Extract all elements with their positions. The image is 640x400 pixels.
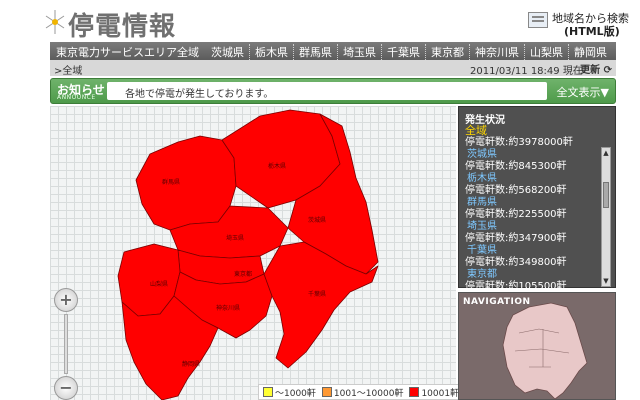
status-pref-saitama[interactable]: 埼玉県 bbox=[467, 221, 609, 233]
status-pref-gunma[interactable]: 群馬県 bbox=[467, 197, 609, 209]
breadcrumb-bar: >全域 2011/03/11 18:49 現在 更新 ⟳ bbox=[50, 60, 616, 77]
zoom-out-button[interactable]: − bbox=[54, 376, 78, 400]
announcement-label-en: ANNOUNCE bbox=[57, 94, 96, 101]
legend-swatch-low bbox=[263, 387, 273, 397]
legend-swatch-high bbox=[409, 387, 420, 397]
legend-swatch-mid bbox=[321, 387, 332, 397]
status-pref-chiba[interactable]: 千葉県 bbox=[467, 245, 609, 257]
status-all-count: 停電軒数:約3978000軒 bbox=[465, 137, 573, 148]
zoom-out-icon: − bbox=[59, 378, 73, 397]
legend-item-low: ～1000軒 bbox=[263, 386, 316, 399]
refresh-label: 更新 bbox=[580, 65, 601, 76]
zoom-slider[interactable] bbox=[64, 314, 68, 374]
region-gunma[interactable] bbox=[135, 135, 237, 231]
map-label-gunma: 群馬県 bbox=[162, 178, 180, 186]
nav-pref-ibaraki[interactable]: 茨城県 bbox=[206, 44, 249, 60]
status-count-ibaraki: 停電軒数:約845300軒 bbox=[465, 161, 567, 172]
timestamp: 2011/03/11 18:49 現在 bbox=[470, 66, 583, 77]
status-all-label[interactable]: 全域 bbox=[465, 125, 609, 137]
legend-item-mid: 1001～10000軒 bbox=[321, 386, 404, 399]
map-label-saitama: 埼玉県 bbox=[226, 234, 244, 242]
breadcrumb[interactable]: >全域 bbox=[54, 62, 82, 77]
scroll-down-icon[interactable]: ▼ bbox=[602, 277, 610, 285]
status-count-gunma: 停電軒数:約225500軒 bbox=[465, 209, 567, 220]
nav-pref-tochigi[interactable]: 栃木県 bbox=[249, 44, 293, 60]
nav-pref-gunma[interactable]: 群馬県 bbox=[293, 44, 337, 60]
zoom-control: + − bbox=[54, 288, 78, 400]
navigation-panel[interactable]: NAVIGATION bbox=[458, 292, 616, 400]
map-svg: 群馬県 栃木県 茨城県 埼玉県 東京都 山梨県 神奈川県 千葉県 静岡県 bbox=[117, 109, 379, 400]
nav-pref-chiba[interactable]: 千葉県 bbox=[381, 44, 425, 60]
zoom-in-icon: + bbox=[59, 290, 73, 309]
status-panel: 発生状況 全域 停電軒数:約3978000軒 茨城県 停電軒数:約845300軒… bbox=[458, 106, 616, 292]
lightning-logo-icon bbox=[45, 10, 65, 34]
map-label-chiba: 千葉県 bbox=[308, 290, 326, 298]
status-scrollbar[interactable]: ▲ ▼ bbox=[601, 147, 611, 287]
nav-pref-saitama[interactable]: 埼玉県 bbox=[337, 44, 381, 60]
status-pref-tochigi[interactable]: 栃木県 bbox=[467, 173, 609, 185]
status-pref-ibaraki[interactable]: 茨城県 bbox=[467, 149, 609, 161]
map-label-ibaraki: 茨城県 bbox=[308, 216, 326, 224]
header: 停電情報 地域名から検索 (HTML版) bbox=[0, 0, 640, 42]
nav-pref-yamanashi[interactable]: 山梨県 bbox=[524, 44, 568, 60]
html-link-line2: (HTML版) bbox=[564, 25, 620, 38]
refresh-button[interactable]: 更新 ⟳ bbox=[580, 61, 612, 76]
page-title: 停電情報 bbox=[68, 12, 177, 42]
scroll-up-icon[interactable]: ▲ bbox=[602, 149, 610, 157]
legend-label-low: ～1000軒 bbox=[275, 388, 316, 399]
map-legend: ～1000軒 1001～10000軒 10001軒～ bbox=[258, 384, 474, 400]
map-label-kanagawa: 神奈川県 bbox=[216, 304, 240, 312]
status-count-chiba: 停電軒数:約349800軒 bbox=[465, 257, 567, 268]
nav-prefecture-list: 茨城県 栃木県 群馬県 埼玉県 千葉県 東京都 神奈川県 山梨県 静岡県 bbox=[206, 44, 612, 60]
scroll-thumb[interactable] bbox=[603, 182, 609, 208]
nav-pref-kanagawa[interactable]: 神奈川県 bbox=[469, 44, 524, 60]
html-version-link[interactable]: 地域名から検索 (HTML版) bbox=[524, 10, 629, 38]
prefecture-nav: 東京電力サービスエリア全域 茨城県 栃木県 群馬県 埼玉県 千葉県 東京都 神奈… bbox=[50, 42, 616, 60]
nav-service-area[interactable]: 東京電力サービスエリア全域 bbox=[56, 44, 199, 60]
status-pref-tokyo[interactable]: 東京都 bbox=[467, 269, 609, 281]
map-label-tokyo: 東京都 bbox=[234, 270, 252, 278]
announcement-bar: お知らせ ANNOUNCE 各地で停電が発生しております。 全文表示▼ bbox=[50, 78, 616, 104]
nav-pref-tokyo[interactable]: 東京都 bbox=[425, 44, 469, 60]
map-label-shizuoka: 静岡県 bbox=[182, 360, 200, 368]
list-icon bbox=[528, 12, 548, 28]
outage-map[interactable]: 群馬県 栃木県 茨城県 埼玉県 東京都 山梨県 神奈川県 千葉県 静岡県 bbox=[50, 106, 456, 400]
announcement-text: 各地で停電が発生しております。 bbox=[107, 82, 547, 100]
zoom-in-button[interactable]: + bbox=[54, 288, 78, 312]
refresh-icon: ⟳ bbox=[603, 65, 612, 76]
legend-label-mid: 1001～10000軒 bbox=[333, 388, 404, 399]
status-count-saitama: 停電軒数:約347900軒 bbox=[465, 233, 567, 244]
status-count-tochigi: 停電軒数:約568200軒 bbox=[465, 185, 567, 196]
fulltext-toggle[interactable]: 全文表示▼ bbox=[557, 84, 609, 100]
map-label-yamanashi: 山梨県 bbox=[150, 280, 168, 288]
status-list: 全域 停電軒数:約3978000軒 茨城県 停電軒数:約845300軒 栃木県 … bbox=[465, 125, 609, 293]
map-label-tochigi: 栃木県 bbox=[268, 162, 286, 170]
nav-pref-shizuoka[interactable]: 静岡県 bbox=[568, 44, 612, 60]
navigation-minimap bbox=[502, 302, 588, 399]
